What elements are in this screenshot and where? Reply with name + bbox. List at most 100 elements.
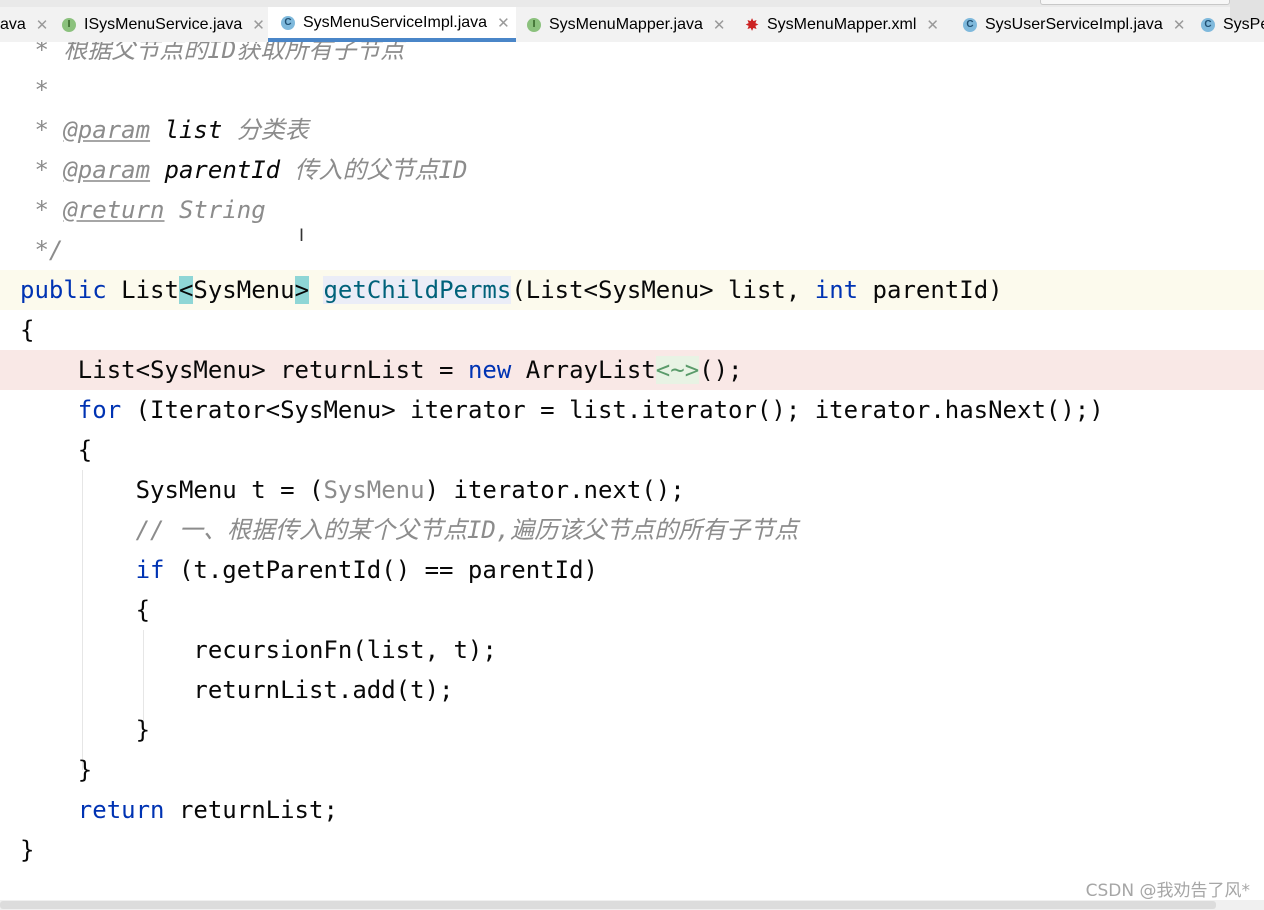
code-token: * (20, 116, 64, 144)
tab-label: ISysMenuService.java (84, 15, 243, 33)
code-token: returnList; (164, 796, 338, 824)
code-token: { (20, 596, 151, 624)
code-token: int (814, 276, 859, 304)
code-token: public (20, 276, 107, 304)
code-token: } (20, 716, 151, 744)
tab-isysmenuservice[interactable]: I ISysMenuService.java ✕ (62, 7, 266, 42)
interface-file-icon: I (62, 17, 76, 32)
code-token: (t.getParentId() == parentId) (164, 556, 598, 584)
code-token: */ (20, 236, 64, 264)
tab-label: SysMenuMapper.xml (767, 15, 917, 33)
class-file-icon: C (281, 15, 295, 30)
code-token: list (164, 116, 223, 144)
code-token: 传入的父节点ID (280, 156, 468, 184)
code-token: parentId) (858, 276, 1003, 304)
tab-sysmenumapper-xml[interactable]: ✸ SysMenuMapper.xml ✕ (745, 7, 951, 42)
code-line[interactable]: } (0, 830, 1264, 870)
code-line[interactable]: * 根据父节点的ID获取所有子节点 (0, 42, 1264, 70)
code-line[interactable]: * @return String (0, 190, 1264, 230)
tab-label: ava (0, 15, 26, 33)
horizontal-scrollbar[interactable] (0, 900, 1264, 910)
code-token: 分类表 (222, 116, 309, 144)
code-line[interactable]: * @param parentId 传入的父节点ID (0, 150, 1264, 190)
search-box-edge (1040, 0, 1230, 5)
code-line[interactable]: } (0, 710, 1264, 750)
watermark: CSDN @我劝告了风* (1085, 881, 1250, 901)
tab-sysuserserviceimpl[interactable]: C SysUserServiceImpl.java ✕ (963, 7, 1185, 42)
code-token: (); (699, 356, 743, 384)
code-line[interactable]: * (0, 70, 1264, 110)
code-token: ArrayList (511, 356, 656, 384)
code-line[interactable]: SysMenu t = (SysMenu) iterator.next(); (0, 470, 1264, 510)
close-icon[interactable]: ✕ (713, 16, 726, 34)
close-icon[interactable]: ✕ (1173, 16, 1185, 34)
editor-tab-bar: ava ✕ I ISysMenuService.java ✕ C SysMenu… (0, 0, 1264, 43)
code-token: * (20, 156, 64, 184)
code-line[interactable]: returnList.add(t); (0, 670, 1264, 710)
code-line[interactable]: { (0, 310, 1264, 350)
tab-partial-right[interactable]: C SysPe (1201, 7, 1264, 42)
code-token: * (20, 76, 49, 104)
code-token: { (20, 316, 35, 344)
code-line[interactable]: return returnList; (0, 790, 1264, 830)
code-token: < (178, 276, 194, 304)
window-top-strip (0, 0, 1264, 22)
code-token: getChildPerms (323, 276, 512, 304)
code-token: (Iterator<SysMenu> iterator = list.itera… (121, 396, 1104, 424)
tab-label: SysPe (1223, 15, 1264, 33)
code-line[interactable]: public List<SysMenu> getChildPerms(List<… (0, 270, 1264, 310)
code-token: recursionFn(list, t); (20, 636, 497, 664)
code-line[interactable]: { (0, 590, 1264, 630)
code-editor[interactable]: * 根据父节点的ID获取所有子节点 * * @param list 分类表 * … (0, 42, 1264, 900)
code-token: * 根据父节点的ID获取所有子节点 (20, 42, 405, 64)
tab-sysmenuserviceimpl[interactable]: C SysMenuServiceImpl.java ✕ (268, 7, 516, 42)
close-icon[interactable]: ✕ (252, 16, 265, 34)
code-token: * (20, 196, 64, 224)
code-token: } (20, 836, 35, 864)
interface-file-icon: I (527, 17, 541, 32)
code-token: > (294, 276, 310, 304)
code-token: returnList.add(t); (20, 676, 454, 704)
code-line[interactable]: */ (0, 230, 1264, 270)
code-token: String (164, 196, 266, 224)
tab-label: SysMenuMapper.java (549, 15, 703, 33)
code-line[interactable]: // 一、根据传入的某个父节点ID,遍历该父节点的所有子节点 (0, 510, 1264, 550)
class-file-icon: C (1201, 17, 1215, 32)
code-token: @param (63, 116, 151, 144)
close-icon[interactable]: ✕ (926, 16, 939, 34)
code-line[interactable]: } (0, 750, 1264, 790)
tab-sysmenumapper-java[interactable]: I SysMenuMapper.java ✕ (527, 7, 739, 42)
code-token: } (20, 756, 93, 784)
code-line[interactable]: recursionFn(list, t); (0, 630, 1264, 670)
code-token: new (467, 356, 512, 384)
code-token: SysMenu (323, 476, 425, 504)
code-token: List<SysMenu> returnList = (20, 356, 468, 384)
code-token: return (77, 796, 165, 824)
code-token: SysMenu t = ( (20, 476, 324, 504)
mybatis-bird-icon: ✸ (745, 16, 759, 34)
code-line[interactable]: * @param list 分类表 (0, 110, 1264, 150)
scrollbar-thumb[interactable] (0, 901, 1216, 909)
code-line[interactable]: if (t.getParentId() == parentId) (0, 550, 1264, 590)
code-token: @return (63, 196, 165, 224)
close-icon[interactable]: ✕ (497, 14, 510, 32)
code-token: { (20, 436, 93, 464)
code-line[interactable]: { (0, 430, 1264, 470)
code-line[interactable]: for (Iterator<SysMenu> iterator = list.i… (0, 390, 1264, 430)
close-icon[interactable]: ✕ (36, 16, 49, 34)
code-token: parentId (164, 156, 281, 184)
class-file-icon: C (963, 17, 977, 32)
code-token: // 一、根据传入的某个父节点ID,遍历该父节点的所有子节点 (135, 516, 799, 544)
tab-partial-left[interactable]: ava ✕ (0, 7, 52, 42)
code-token: (List<SysMenu> list, (511, 276, 815, 304)
text-cursor-icon: I (299, 226, 305, 246)
code-token: ) iterator.next(); (424, 476, 685, 504)
code-token: for (77, 396, 122, 424)
code-line[interactable]: List<SysMenu> returnList = new ArrayList… (0, 350, 1264, 390)
